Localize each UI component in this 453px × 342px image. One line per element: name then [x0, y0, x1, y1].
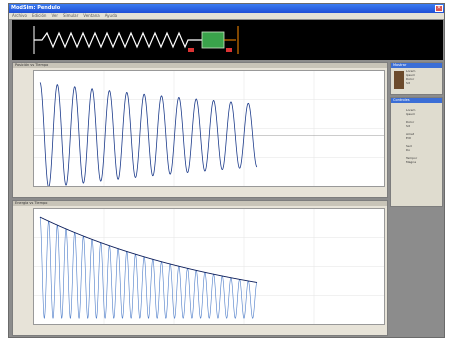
- mass-block[interactable]: [201, 31, 225, 49]
- marker-red-2: [226, 48, 232, 52]
- menu-file[interactable]: Archivo: [12, 13, 27, 19]
- marker-red: [188, 48, 194, 52]
- menu-help[interactable]: Ayuda: [105, 13, 117, 19]
- window-title: ModSim: Pendulo: [11, 5, 61, 11]
- display-sidebar-title: Mostrar: [391, 63, 442, 68]
- display-line-4: Sit: [406, 81, 410, 85]
- menu-window[interactable]: Ventana: [83, 13, 99, 19]
- title-bar[interactable]: ModSim: Pendulo ✕: [9, 4, 444, 13]
- control-group-5-line-2: Magna: [406, 160, 417, 164]
- spring-coil: [34, 31, 202, 49]
- energy-series-line: [39, 216, 258, 319]
- spring-mass-diagram: [33, 26, 239, 54]
- energy-panel-title: Energía vs Tiempo: [13, 201, 387, 206]
- app-window: ModSim: Pendulo ✕ Archivo Edición Ver Si…: [8, 3, 445, 338]
- energy-panel: Energía vs Tiempo: [12, 200, 388, 336]
- menu-bar: Archivo Edición Ver Simular Ventana Ayud…: [9, 13, 444, 19]
- control-group-2-line-2: Sit: [406, 124, 410, 128]
- control-group-4-line-2: Do: [406, 148, 411, 152]
- control-group-3[interactable]: Amet Elit: [391, 132, 442, 140]
- control-group-4[interactable]: Sed Do: [391, 144, 442, 152]
- display-sidebar: Mostrar Lorem Ipsum Dolor Sit: [390, 62, 443, 95]
- controls-sidebar: Controles Lorem Ipsum Dolor Sit Amet Eli…: [390, 97, 443, 207]
- energy-plot[interactable]: [33, 208, 385, 325]
- control-group-3-line-2: Elit: [406, 136, 411, 140]
- menu-view[interactable]: Ver: [51, 13, 58, 19]
- control-group-1-line-2: Ipsum: [406, 112, 416, 116]
- energy-chart: [34, 209, 384, 324]
- position-series-line: [39, 82, 258, 188]
- control-group-1[interactable]: Lorem Ipsum: [391, 108, 442, 116]
- position-panel-title: Posición vs Tiempo: [13, 63, 387, 68]
- simulation-view: [12, 20, 443, 60]
- control-group-2[interactable]: Dolor Sit: [391, 120, 442, 128]
- position-panel: Posición vs Tiempo: [12, 62, 388, 198]
- position-plot[interactable]: [33, 70, 385, 188]
- position-chart: [34, 71, 384, 188]
- menu-edit[interactable]: Edición: [32, 13, 46, 19]
- close-button[interactable]: ✕: [435, 5, 443, 12]
- control-group-5[interactable]: Tempor Magna: [391, 156, 442, 164]
- menu-simulate[interactable]: Simular: [63, 13, 78, 19]
